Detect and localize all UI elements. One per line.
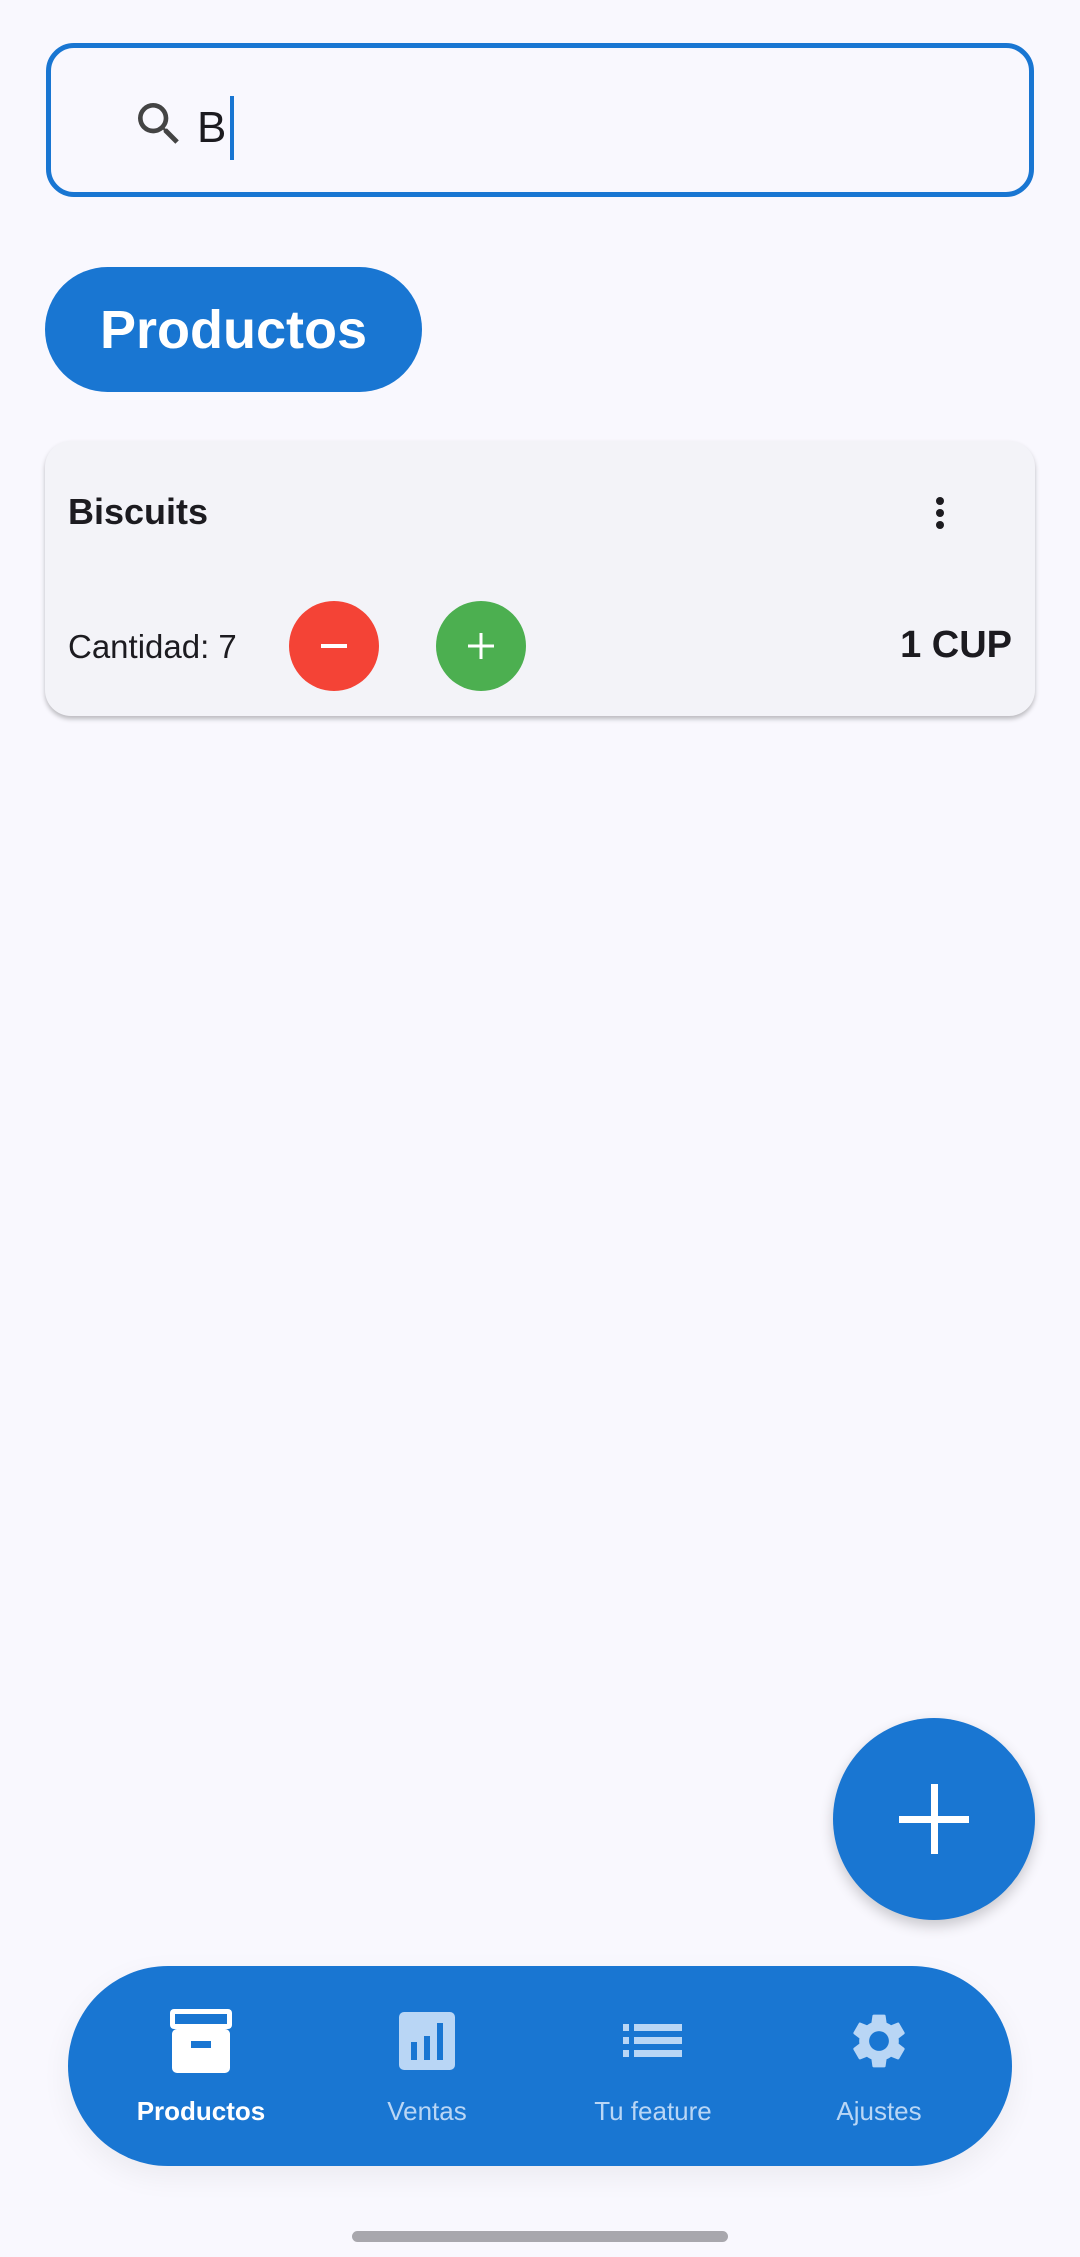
filter-chip-productos[interactable]: Productos: [45, 267, 422, 392]
nav-item-tu-feature[interactable]: Tu feature: [553, 1966, 753, 2166]
list-icon: [623, 2024, 682, 2057]
product-card[interactable]: Biscuits Cantidad: 7 1 CUP: [45, 441, 1035, 716]
nav-item-ajustes[interactable]: Ajustes: [779, 1966, 979, 2166]
home-indicator[interactable]: [352, 2231, 728, 2242]
search-value: B: [197, 103, 227, 152]
nav-label: Ajustes: [836, 2096, 922, 2126]
nav-item-ventas[interactable]: Ventas: [327, 1966, 527, 2166]
product-name: Biscuits: [68, 491, 209, 532]
decrement-button[interactable]: [289, 601, 379, 691]
gear-icon: [853, 2014, 905, 2068]
bar-chart-icon: [399, 2012, 455, 2070]
more-vert-icon[interactable]: [925, 493, 955, 533]
nav-label: Tu feature: [594, 2096, 712, 2126]
nav-item-productos[interactable]: Productos: [101, 1966, 301, 2166]
search-icon: [138, 103, 179, 144]
archive-icon: [170, 2009, 232, 2073]
plus-icon: [468, 633, 494, 659]
text-cursor: [230, 96, 235, 160]
minus-icon: [321, 644, 347, 648]
bottom-navigation: Productos Ventas Tu feature Ajustes: [68, 1966, 1012, 2166]
product-price: 1 CUP: [900, 624, 1012, 666]
increment-button[interactable]: [436, 601, 526, 691]
add-product-button[interactable]: [833, 1718, 1035, 1920]
nav-label: Productos: [136, 2096, 266, 2126]
product-quantity: Cantidad: 7: [68, 628, 237, 665]
nav-label: Ventas: [387, 2096, 467, 2126]
search-input[interactable]: B: [46, 43, 1034, 197]
plus-icon: [899, 1784, 969, 1854]
